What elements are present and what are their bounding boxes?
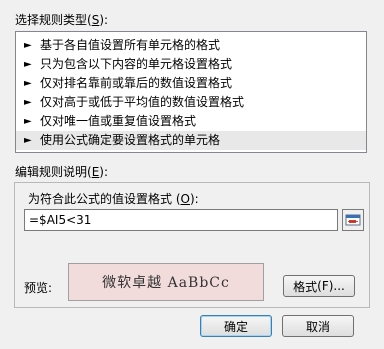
rule-item-label: 使用公式确定要设置格式的单元格 [40, 133, 221, 147]
rule-description-panel: 为符合此公式的值设置格式 (O): =$AI5<31 预览: 微软卓越 AaBb… [14, 182, 370, 308]
formula-input[interactable]: =$AI5<31 [24, 209, 338, 231]
rule-item-label: 基于各自值设置所有单元格的格式 [40, 38, 221, 52]
rule-item-use-formula[interactable]: ► 使用公式确定要设置格式的单元格 [16, 131, 366, 150]
rule-item-label: 仅对唯一值或重复值设置格式 [40, 114, 197, 128]
rule-item-each-value[interactable]: ► 基于各自值设置所有单元格的格式 [16, 36, 366, 55]
arrow-right-icon: ► [24, 116, 32, 127]
rule-type-label: 选择规则类型(S): [15, 13, 109, 27]
rule-item-unique-duplicate[interactable]: ► 仅对唯一值或重复值设置格式 [16, 112, 366, 131]
rule-item-label: 仅对排名靠前或靠后的数值设置格式 [40, 76, 233, 90]
rule-description-label: 编辑规则说明(E): [15, 165, 109, 179]
format-preview: 微软卓越 AaBbCc [68, 263, 264, 301]
arrow-right-icon: ► [24, 59, 32, 70]
arrow-right-icon: ► [24, 135, 32, 146]
rule-item-top-bottom[interactable]: ► 仅对排名靠前或靠后的数值设置格式 [16, 74, 366, 93]
range-select-button[interactable] [342, 209, 364, 231]
format-button[interactable]: 格式 (F)... [283, 275, 355, 297]
rule-item-label: 只为包含以下内容的单元格设置格式 [40, 57, 233, 71]
arrow-right-icon: ► [24, 40, 32, 51]
arrow-right-icon: ► [24, 78, 32, 89]
rule-item-label: 仅对高于或低于平均值的数值设置格式 [40, 95, 245, 109]
ok-button[interactable]: 确定 [200, 315, 272, 337]
formula-label: 为符合此公式的值设置格式 (O): [28, 192, 199, 206]
rule-type-list[interactable]: ► 基于各自值设置所有单元格的格式 ► 只为包含以下内容的单元格设置格式 ► 仅… [15, 31, 367, 153]
cancel-button[interactable]: 取消 [282, 315, 354, 337]
rule-item-contains[interactable]: ► 只为包含以下内容的单元格设置格式 [16, 55, 366, 74]
rule-item-above-below-average[interactable]: ► 仅对高于或低于平均值的数值设置格式 [16, 93, 366, 112]
preview-label: 预览: [24, 281, 53, 295]
arrow-right-icon: ► [24, 97, 32, 108]
collapse-dialog-icon [345, 214, 361, 226]
conditional-format-dialog: 选择规则类型(S): ► 基于各自值设置所有单元格的格式 ► 只为包含以下内容的… [0, 0, 384, 349]
